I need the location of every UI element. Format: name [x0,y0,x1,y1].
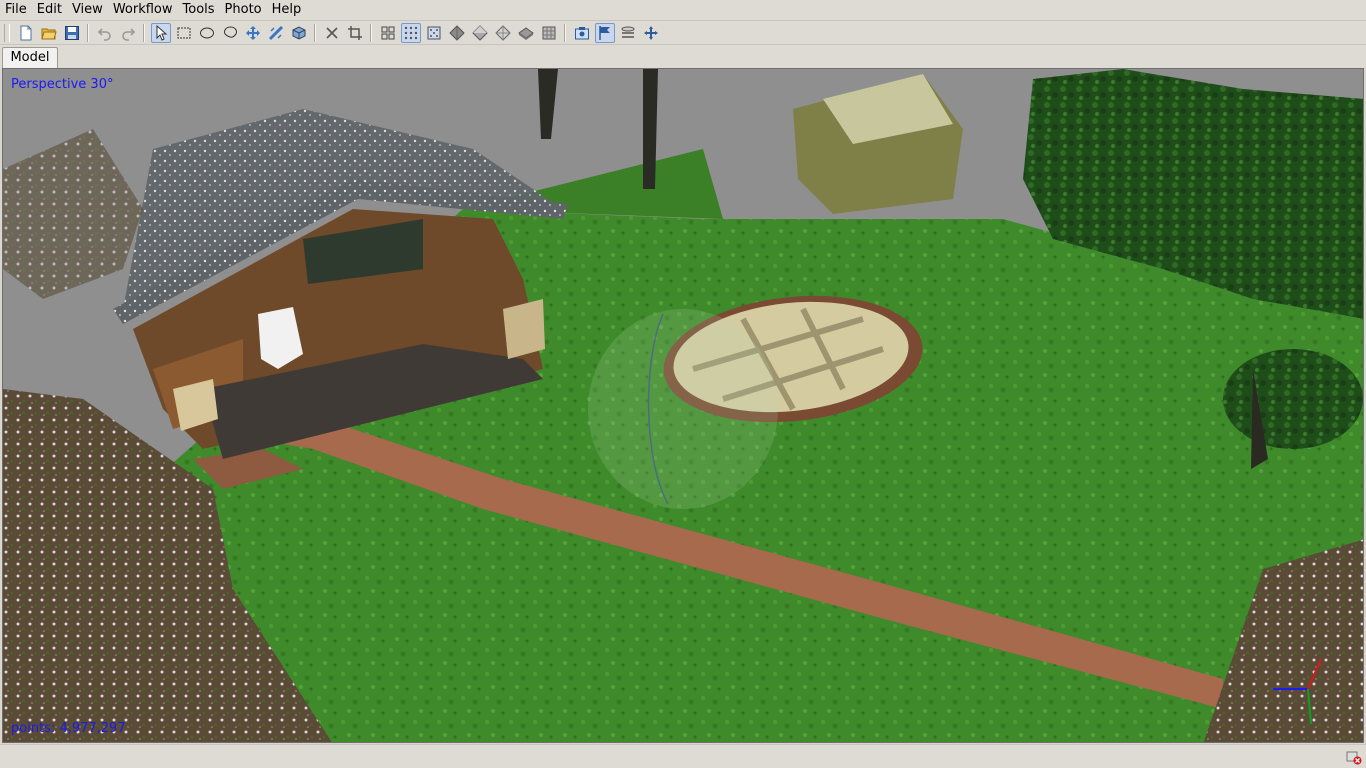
show-cameras-button[interactable] [378,23,398,43]
points-count-label: points: 4,977,297 [11,721,126,736]
new-button[interactable] [16,23,36,43]
show-model-solid-button[interactable] [447,23,467,43]
undo-icon [97,27,111,41]
show-model-textured-button[interactable] [516,23,536,43]
tab-model[interactable]: Model [2,47,58,68]
show-region-button[interactable] [618,23,638,43]
rotate-object-button[interactable] [289,23,309,43]
menu-view[interactable]: View [67,0,108,20]
undo-button[interactable] [95,23,115,43]
show-model-wireframe-icon [494,24,511,41]
status-bar [0,744,1366,768]
toolbar-separator [564,23,566,42]
menu-edit[interactable]: Edit [32,0,67,20]
delete-selection-button[interactable] [322,23,342,43]
capture-view-button[interactable] [572,23,592,43]
open-icon [40,28,57,39]
crop-selection-button[interactable] [345,23,365,43]
toolbar-separator [143,23,145,42]
circle-selection-button[interactable] [197,23,217,43]
show-markers-icon [598,25,610,40]
circle-selection-icon [199,27,214,38]
show-model-solid-icon [448,24,465,41]
show-region-icon [621,26,634,38]
toolbar-separator [87,23,89,42]
capture-view-icon [574,26,589,39]
menu-photo[interactable]: Photo [220,0,267,20]
save-icon [64,25,79,40]
show-cameras-icon [381,26,394,39]
model-viewport[interactable]: Perspective 30° points: 4,977,297 [2,68,1364,743]
free-form-selection-icon [223,26,237,38]
toolbar-separator [370,23,372,42]
navigation-button[interactable] [150,22,171,43]
toolbar-grip[interactable] [4,23,10,42]
open-button[interactable] [39,23,59,43]
show-markers-button[interactable] [594,22,615,43]
warning-icon[interactable] [1346,749,1362,765]
point-cloud-scene [3,69,1363,742]
show-tiled-model-icon [542,26,555,39]
show-model-wireframe-button[interactable] [493,23,513,43]
view-tab-bar: Model [0,45,1366,68]
show-model-shaded-icon [471,24,488,41]
main-toolbar [0,20,1366,45]
navigation-trackball [588,309,778,509]
toolbar-separator [314,23,316,42]
show-model-shaded-button[interactable] [470,23,490,43]
show-dense-cloud-button[interactable] [424,23,444,43]
reset-view-icon [643,25,658,40]
show-model-textured-icon [517,26,534,40]
crop-selection-icon [347,25,362,40]
redo-button[interactable] [118,23,138,43]
projection-label: Perspective 30° [11,77,114,92]
navigation-icon [156,24,167,41]
show-dense-cloud-icon [427,26,440,39]
menu-workflow[interactable]: Workflow [108,0,178,20]
menu-help[interactable]: Help [267,0,307,20]
rectangle-selection-button[interactable] [174,23,194,43]
save-button[interactable] [62,23,82,43]
menu-file[interactable]: File [0,0,32,20]
rotate-object-icon [292,25,305,40]
reset-view-button[interactable] [641,23,661,43]
show-points-button[interactable] [400,22,421,43]
delete-selection-icon [325,26,338,39]
rotate-region-icon [268,25,283,40]
menu-tools[interactable]: Tools [178,0,220,20]
rotate-region-button[interactable] [266,23,286,43]
redo-icon [121,27,135,41]
menu-bar: File Edit View Workflow Tools Photo Help [0,0,1366,20]
rectangle-selection-icon [177,27,190,38]
show-tiled-model-button[interactable] [539,23,559,43]
free-form-selection-button[interactable] [220,23,240,43]
show-points-icon [404,26,417,39]
resize-region-button[interactable] [243,23,263,43]
resize-region-icon [245,25,260,40]
new-icon [20,25,31,40]
